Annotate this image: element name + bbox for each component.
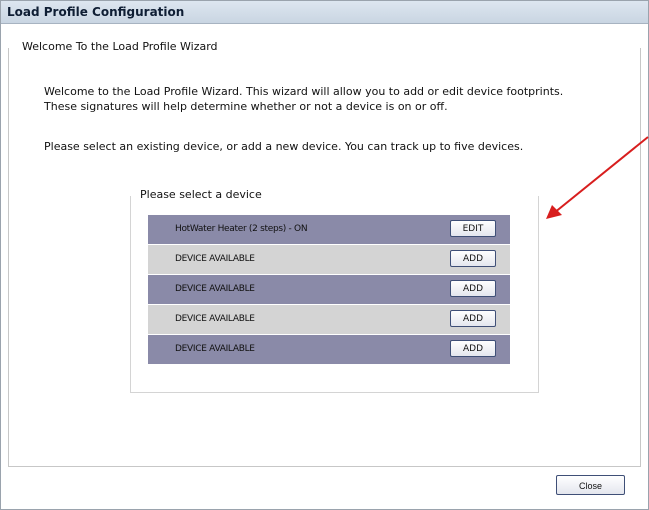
device-label: DEVICE AVAILABLE	[175, 254, 255, 264]
window-title: Load Profile Configuration	[7, 5, 185, 19]
device-row-4: DEVICE AVAILABLE ADD	[148, 305, 510, 335]
wizard-intro: Welcome to the Load Profile Wizard. This…	[44, 84, 604, 114]
device-row-5: DEVICE AVAILABLE ADD	[148, 335, 510, 365]
intro-line-2: These signatures will help determine whe…	[44, 100, 448, 113]
device-label: DEVICE AVAILABLE	[175, 344, 255, 354]
close-button[interactable]: Close	[556, 475, 625, 495]
intro-line-1: Welcome to the Load Profile Wizard. This…	[44, 85, 564, 98]
device-list: HotWater Heater (2 steps) - ON EDIT DEVI…	[148, 215, 510, 365]
select-instructions: Please select an existing device, or add…	[44, 140, 524, 153]
device-row-2: DEVICE AVAILABLE ADD	[148, 245, 510, 275]
device-group-legend: Please select a device	[136, 188, 266, 201]
wizard-group-legend: Welcome To the Load Profile Wizard	[18, 40, 222, 53]
device-label: DEVICE AVAILABLE	[175, 284, 255, 294]
device-label: HotWater Heater (2 steps) - ON	[175, 224, 308, 234]
edit-device-button[interactable]: EDIT	[450, 220, 496, 237]
red-arrow-icon	[546, 136, 649, 219]
add-device-button[interactable]: ADD	[450, 340, 496, 357]
title-bar: Load Profile Configuration	[1, 1, 648, 24]
device-label: DEVICE AVAILABLE	[175, 314, 255, 324]
device-row-1: HotWater Heater (2 steps) - ON EDIT	[148, 215, 510, 245]
device-row-3: DEVICE AVAILABLE ADD	[148, 275, 510, 305]
add-device-button[interactable]: ADD	[450, 310, 496, 327]
add-device-button[interactable]: ADD	[450, 250, 496, 267]
add-device-button[interactable]: ADD	[450, 280, 496, 297]
